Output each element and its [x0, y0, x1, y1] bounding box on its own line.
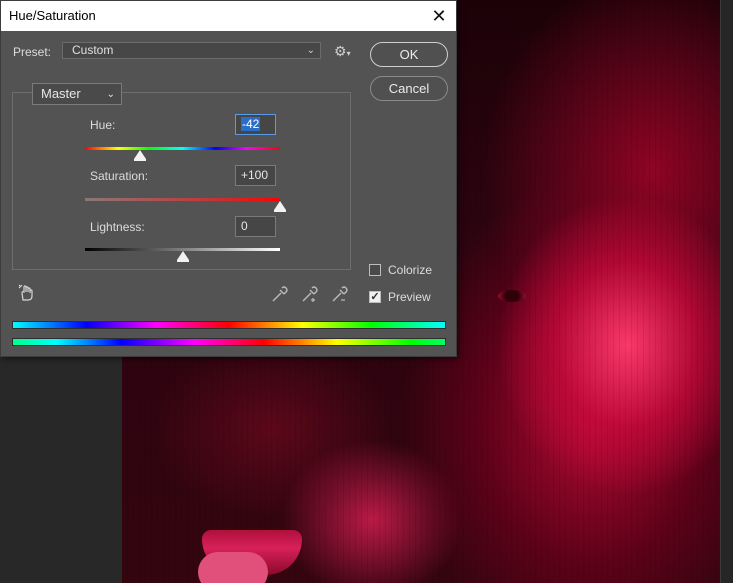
lightness-input[interactable]: 0 — [235, 216, 276, 237]
chevron-down-icon: ⌄ — [306, 45, 315, 56]
hue-label: Hue: — [90, 118, 116, 132]
channel-select[interactable]: Master ⌄ — [32, 83, 122, 105]
colorize-checkbox[interactable] — [369, 264, 381, 276]
adjustment-group-box — [12, 92, 351, 270]
hue-value: -42 — [241, 117, 261, 131]
saturation-input[interactable]: +100 — [235, 165, 276, 186]
channel-value: Master — [41, 86, 81, 101]
output-color-spectrum-bar — [12, 338, 446, 346]
photo-eye — [498, 290, 526, 302]
hue-input[interactable]: -42 — [235, 114, 276, 135]
hue-slider-thumb[interactable] — [134, 150, 147, 161]
input-color-spectrum-bar — [12, 321, 446, 329]
eyedropper-minus-icon[interactable] — [331, 285, 349, 303]
lightness-slider-thumb[interactable] — [176, 251, 189, 262]
eyedropper-icon[interactable] — [271, 285, 289, 303]
preview-checkbox[interactable]: ✓ — [369, 291, 381, 303]
saturation-label: Saturation: — [90, 169, 149, 183]
dialog-titlebar[interactable]: Hue/Saturation ✕ — [1, 1, 456, 31]
lightness-value: 0 — [241, 219, 248, 233]
dialog-title: Hue/Saturation — [9, 8, 96, 23]
preset-select[interactable]: Custom ⌄ — [62, 42, 321, 59]
photo-hand — [198, 552, 268, 583]
saturation-slider-thumb[interactable] — [274, 201, 286, 212]
lightness-label: Lightness: — [90, 220, 145, 234]
ok-button[interactable]: OK — [370, 42, 448, 67]
preset-label: Preset: — [13, 45, 52, 59]
close-icon[interactable]: ✕ — [428, 5, 450, 27]
chevron-down-icon: ⌄ — [106, 89, 115, 100]
targeted-adjustment-hand-icon[interactable] — [18, 284, 36, 306]
saturation-slider-track[interactable] — [85, 198, 280, 201]
hue-saturation-dialog: Hue/Saturation ✕ Preset: Custom ⌄ ⚙▾ OK … — [0, 0, 457, 357]
saturation-value: +100 — [241, 168, 269, 182]
preset-value: Custom — [72, 43, 114, 57]
gear-icon[interactable]: ⚙▾ — [334, 43, 351, 60]
eyedropper-plus-icon[interactable] — [301, 285, 319, 303]
canvas-scrollbar-right[interactable] — [720, 0, 733, 583]
colorize-label[interactable]: Colorize — [388, 263, 432, 277]
preview-label[interactable]: Preview — [388, 290, 431, 304]
hue-slider-track[interactable] — [85, 147, 280, 150]
cancel-button[interactable]: Cancel — [370, 76, 448, 101]
